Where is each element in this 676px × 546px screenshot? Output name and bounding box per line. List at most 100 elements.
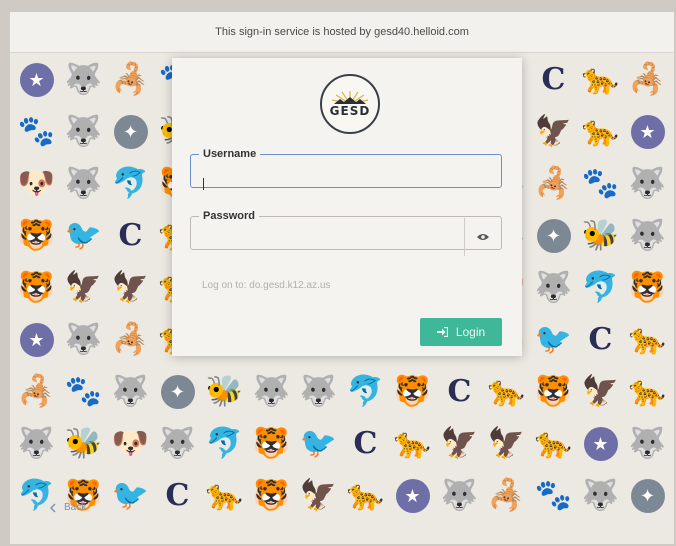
mascot-icon: 🐆 [205,479,244,512]
mascot-icon: 🦂 [111,63,150,96]
mascot-icon: 🦅 [487,427,526,460]
mascot-icon: C [588,322,613,357]
mascot-icon: 🐺 [534,271,573,304]
mascot-icon: 🐾 [581,167,620,200]
mascot-icon: 🐬 [17,479,56,512]
mascot-icon: 🐺 [299,375,338,408]
mascot-icon: 🦂 [487,479,526,512]
mascot-icon: 🐯 [17,271,56,304]
back-link[interactable]: Back [50,502,86,513]
show-password-button[interactable] [464,218,501,256]
back-label: Back [64,502,87,513]
mascot-icon: 🐺 [252,375,291,408]
mascot-icon: ★ [389,470,436,522]
mascot-icon: 🐆 [628,323,667,356]
mascot-icon: 🐝 [64,427,103,460]
login-label: Login [455,325,486,339]
mascot-icon: 🐆 [393,427,432,460]
mascot-icon: 🐆 [581,63,620,96]
mascot-icon: C [447,374,472,409]
mascot-icon: 🐺 [158,427,197,460]
mascot-icon: ✦ [107,106,154,158]
mascot-icon: 🐺 [628,219,667,252]
mascot-icon: 🐝 [205,375,244,408]
sign-in-icon [436,327,448,337]
hosted-by-banner: This sign-in service is hosted by gesd40… [10,12,674,53]
password-label: Password [203,210,255,222]
mascot-icon: 🐺 [628,167,667,200]
username-label: Username [203,148,257,160]
mascot-icon: ★ [577,418,624,470]
eye-icon [477,234,489,240]
mascot-icon: 🐾 [534,479,573,512]
mascot-icon: 🐾 [64,375,103,408]
mascot-icon: 🐺 [440,479,479,512]
mascot-icon: 🐺 [17,427,56,460]
mascot-icon: 🦅 [299,479,338,512]
mascot-icon: ★ [13,54,60,106]
mascot-icon: 🐆 [487,375,526,408]
mascot-icon: 🐬 [581,271,620,304]
mascot-icon: 🦂 [534,167,573,200]
password-input[interactable] [199,222,493,242]
mascot-icon: 🐶 [17,167,56,200]
gesd-logo: GESD [320,74,380,134]
text-caret [203,178,204,190]
mascot-icon: 🐺 [64,63,103,96]
mascot-icon: 🐬 [346,375,385,408]
mascot-icon: 🦅 [581,375,620,408]
mascot-icon: 🐦 [111,479,150,512]
mascot-icon: 🐺 [111,375,150,408]
logo-text: GESD [329,104,371,118]
mascot-icon: 🐯 [252,479,291,512]
mascot-icon: 🦅 [64,271,103,304]
mascot-icon: 🐯 [534,375,573,408]
mascot-icon: 🦅 [111,271,150,304]
login-card: GESD Username Password Log on to: do.ges… [172,58,522,356]
mascot-icon: 🐆 [581,115,620,148]
mascot-icon: ★ [13,314,60,366]
mascot-icon: 🐯 [64,479,103,512]
mascot-icon: C [541,62,566,97]
sun-icon [331,91,369,104]
mascot-icon: 🐦 [64,219,103,252]
mascot-icon: 🐺 [64,167,103,200]
mascot-icon: ✦ [154,366,201,418]
mascot-icon: ✦ [530,210,577,262]
username-fieldset: Username [190,148,502,190]
mascot-icon: 🦅 [534,115,573,148]
mascot-icon: 🐯 [393,375,432,408]
chevron-left-icon [50,502,56,513]
mascot-icon: 🐶 [111,427,150,460]
mascot-icon: 🐯 [252,427,291,460]
mascot-icon: ✦ [624,470,671,522]
mascot-icon: 🐯 [628,271,667,304]
mascot-icon: C [118,218,143,253]
mascot-icon: 🦂 [628,63,667,96]
mascot-icon: 🐝 [581,219,620,252]
mascot-icon: 🐺 [64,323,103,356]
mascot-icon: 🐺 [64,115,103,148]
mascot-icon: 🐦 [299,427,338,460]
mascot-icon: ★ [624,106,671,158]
mascot-icon: 🐆 [346,479,385,512]
mascot-icon: 🐺 [628,427,667,460]
mascot-icon: 🐾 [17,115,56,148]
login-screen: This sign-in service is hosted by gesd40… [10,12,674,544]
mascot-icon: C [353,426,378,461]
mascot-icon: 🐆 [534,427,573,460]
mascot-icon: 🐬 [205,427,244,460]
mascot-icon: 🐦 [534,323,573,356]
mascot-icon: 🦂 [17,375,56,408]
mascot-icon: 🐺 [581,479,620,512]
logon-domain-text: Log on to: do.gesd.k12.az.us [202,280,331,291]
hosted-by-text: This sign-in service is hosted by gesd40… [215,26,469,38]
password-fieldset: Password [190,210,502,256]
login-button[interactable]: Login [420,318,502,346]
mascot-icon: 🦂 [111,323,150,356]
mascot-icon: 🐯 [17,219,56,252]
mascot-icon: C [165,478,190,513]
mascot-icon: 🐬 [111,167,150,200]
username-input[interactable] [199,160,493,180]
mascot-icon: 🐆 [628,375,667,408]
